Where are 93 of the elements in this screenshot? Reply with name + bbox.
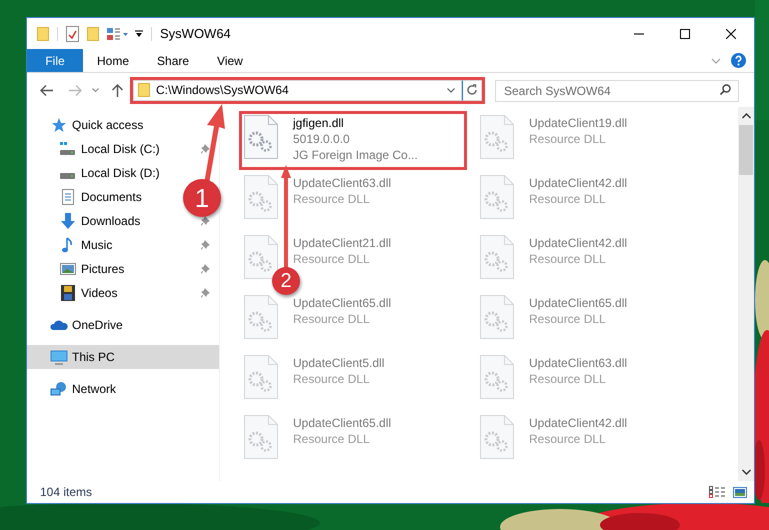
file-name[interactable]: UpdateClient65.dll: [293, 415, 392, 431]
folder-icon: [37, 26, 49, 40]
nav-item[interactable]: Quick access: [27, 113, 148, 137]
search-icon: [720, 84, 731, 95]
scroll-up-icon[interactable]: [742, 113, 750, 119]
download-arrow-icon: [59, 213, 77, 229]
nav-item[interactable]: OneDrive: [27, 313, 127, 337]
dll-file-icon: [480, 415, 514, 459]
refresh-icon: [466, 84, 478, 96]
dll-file-icon: [244, 175, 278, 219]
file-name[interactable]: UpdateClient21.dll: [293, 235, 392, 251]
file-name[interactable]: UpdateClient42.dll: [529, 175, 628, 191]
help-icon[interactable]: [731, 53, 746, 68]
file-name[interactable]: UpdateClient42.dll: [529, 235, 628, 251]
dll-file-icon: [244, 115, 278, 159]
ribbon-tab[interactable]: Home: [83, 49, 144, 72]
properties-icon: [66, 26, 79, 42]
up-arrow-icon[interactable]: [112, 84, 123, 96]
file-name[interactable]: UpdateClient19.dll: [529, 115, 628, 131]
nav-item[interactable]: Videos: [27, 281, 122, 305]
pin-icon[interactable]: [201, 144, 210, 154]
nav-item[interactable]: Documents: [27, 185, 146, 209]
scrollbar[interactable]: [738, 107, 754, 481]
drive-icon: [59, 141, 77, 157]
nav-item[interactable]: Pictures: [27, 257, 128, 281]
selected-nav-item[interactable]: This PC: [27, 345, 219, 369]
nav-item[interactable]: Downloads: [27, 209, 144, 233]
nav-item[interactable]: Local Disk (D:): [27, 161, 164, 185]
nav-item[interactable]: Local Disk (C:): [27, 137, 164, 161]
file-detail: Resource DLL: [529, 251, 607, 267]
pin-icon[interactable]: [201, 216, 210, 226]
address-field[interactable]: C:\Windows\SysWOW64: [133, 80, 462, 100]
file-name[interactable]: UpdateClient42.dll: [529, 415, 628, 431]
view-list-icon: [107, 26, 129, 40]
file-detail: Resource DLL: [293, 311, 371, 327]
file-name[interactable]: UpdateClient5.dll: [293, 355, 384, 371]
item-count: 104 items: [40, 484, 92, 501]
pin-icon[interactable]: [201, 264, 210, 274]
chevron-icon[interactable]: [447, 88, 455, 92]
close-icon: [726, 28, 736, 38]
refresh-button[interactable]: [462, 80, 482, 100]
document-icon: [59, 189, 77, 205]
back-arrow-icon[interactable]: [40, 84, 53, 96]
film-strip-icon: [59, 285, 77, 301]
file-detail: JG Foreign Image Co...: [293, 147, 418, 163]
file-detail: Resource DLL: [529, 191, 607, 207]
scroll-down-icon[interactable]: [742, 469, 750, 475]
minimize-icon: [634, 32, 644, 34]
dll-file-icon: [480, 115, 514, 159]
file-detail: 5019.0.0.0: [293, 131, 351, 147]
picture-frame-icon: [59, 261, 77, 277]
dll-file-icon: [244, 235, 278, 279]
scrollbar-thumb[interactable]: [739, 125, 753, 175]
file-detail: Resource DLL: [293, 191, 371, 207]
pin-icon[interactable]: [201, 288, 210, 298]
ribbon-tab[interactable]: Share: [143, 49, 204, 72]
file-detail: Resource DLL: [529, 431, 607, 447]
file-detail: Resource DLL: [293, 371, 371, 387]
file-detail: Resource DLL: [293, 251, 371, 267]
dll-file-icon: [480, 175, 514, 219]
dll-file-icon: [480, 295, 514, 339]
file-name[interactable]: UpdateClient65.dll: [293, 295, 392, 311]
search-field[interactable]: Search SysWOW64: [495, 80, 739, 102]
network-globe-icon: [50, 381, 68, 397]
nav-item[interactable]: Music: [27, 233, 116, 257]
chevron-icon[interactable]: [92, 88, 99, 92]
file-tab[interactable]: File: [27, 49, 83, 72]
file-name[interactable]: jgfigen.dll: [293, 115, 418, 131]
dll-file-icon: [244, 415, 278, 459]
maximize-icon: [680, 28, 690, 38]
window-title: SysWOW64: [160, 24, 231, 43]
file-detail: Resource DLL: [529, 311, 607, 327]
file-name[interactable]: UpdateClient63.dll: [293, 175, 392, 191]
dropdown-icon: [135, 30, 143, 38]
dll-file-icon: [244, 295, 278, 339]
dll-file-icon: [480, 355, 514, 399]
drive-icon: [59, 172, 77, 180]
pin-icon[interactable]: [201, 240, 210, 250]
file-detail: Resource DLL: [529, 371, 607, 387]
ribbon-tab[interactable]: View: [203, 49, 257, 72]
dll-file-icon: [244, 355, 278, 399]
file-detail: Resource DLL: [529, 131, 607, 147]
folder-icon: [138, 83, 150, 97]
nav-item[interactable]: Network: [27, 377, 120, 401]
monitor-icon: [50, 349, 68, 365]
file-name[interactable]: UpdateClient63.dll: [529, 355, 628, 371]
tiles-view-icon[interactable]: [733, 486, 747, 498]
dll-file-icon: [480, 235, 514, 279]
folder-icon: [87, 26, 99, 40]
file-name[interactable]: UpdateClient65.dll: [529, 295, 628, 311]
file-detail: Resource DLL: [293, 431, 371, 447]
details-view-icon[interactable]: [709, 486, 726, 498]
star-icon: [50, 117, 68, 133]
